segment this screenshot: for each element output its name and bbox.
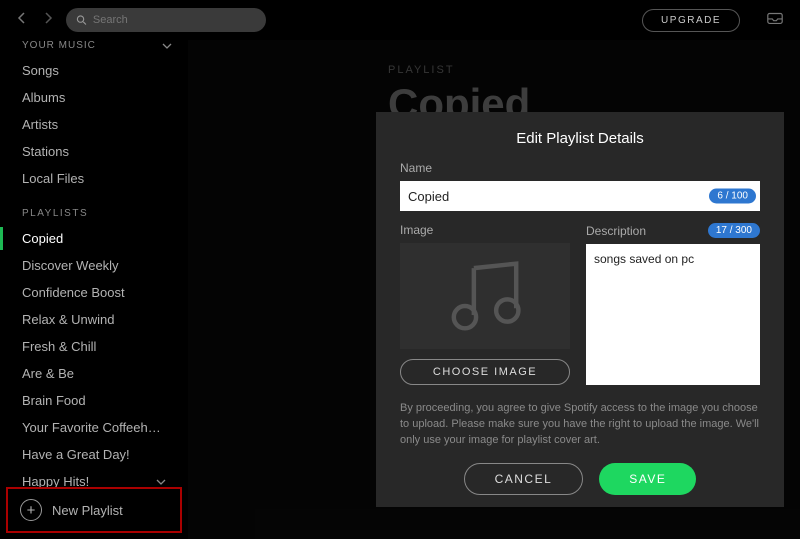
edit-playlist-modal: Edit Playlist Details Name 6 / 100 Image (376, 112, 784, 507)
sidebar-playlist-item[interactable]: Confidence Boost (0, 279, 188, 306)
chevron-down-icon (156, 477, 166, 487)
sidebar-item[interactable]: Local Files (0, 165, 188, 192)
sidebar-playlist-item[interactable]: Copied (0, 225, 188, 252)
upgrade-button[interactable]: UPGRADE (642, 9, 740, 32)
search-icon (76, 14, 87, 26)
nav-arrows (16, 11, 54, 29)
description-label: Description (586, 224, 646, 238)
sidebar-item[interactable]: Songs (0, 57, 188, 84)
image-label: Image (400, 223, 570, 237)
music-note-icon (440, 257, 530, 335)
save-button[interactable]: SAVE (599, 463, 696, 495)
cancel-button[interactable]: CANCEL (464, 463, 584, 495)
sidebar-playlist-item[interactable]: Your Favorite Coffeeh… (0, 414, 188, 441)
sidebar-playlist-item[interactable]: Have a Great Day! (0, 441, 188, 468)
description-column: Description 17 / 300 (586, 223, 760, 385)
description-count-badge: 17 / 300 (708, 223, 760, 238)
image-column: Image CHOOSE IMAGE (400, 223, 570, 385)
forward-button[interactable] (42, 11, 54, 29)
playlist-description-input[interactable] (586, 244, 760, 385)
inbox-button[interactable] (752, 9, 784, 32)
sidebar-playlist-item[interactable]: Brain Food (0, 387, 188, 414)
sidebar: YOUR MUSIC SongsAlbumsArtistsStationsLoc… (0, 40, 188, 539)
new-playlist-button[interactable]: + New Playlist (6, 487, 182, 533)
content-area: PLAYLIST Copied Edit Playlist Details Na… (188, 40, 800, 539)
inbox-icon (766, 9, 784, 27)
modal-title: Edit Playlist Details (400, 130, 760, 147)
your-music-label: YOUR MUSIC (22, 40, 96, 51)
top-bar: UPGRADE (0, 0, 800, 40)
sidebar-playlist-item[interactable]: Are & Be (0, 360, 188, 387)
sidebar-item[interactable]: Albums (0, 84, 188, 111)
new-playlist-label: New Playlist (52, 503, 123, 518)
name-label: Name (400, 161, 760, 175)
image-placeholder[interactable] (400, 243, 570, 349)
sidebar-playlist-item[interactable]: Discover Weekly (0, 252, 188, 279)
sidebar-item[interactable]: Stations (0, 138, 188, 165)
your-music-list: SongsAlbumsArtistsStationsLocal Files (0, 57, 188, 192)
your-music-header: YOUR MUSIC (0, 40, 188, 57)
chevron-left-icon (16, 12, 28, 24)
chevron-down-icon[interactable] (162, 41, 172, 51)
back-button[interactable] (16, 11, 28, 29)
playlist-name-input[interactable] (400, 181, 760, 211)
search-field[interactable] (66, 8, 266, 32)
sidebar-item[interactable]: Artists (0, 111, 188, 138)
sidebar-playlist-item[interactable]: Relax & Unwind (0, 306, 188, 333)
modal-actions: CANCEL SAVE (400, 463, 760, 495)
plus-circle-icon: + (20, 499, 42, 521)
search-input[interactable] (93, 14, 256, 26)
choose-image-button[interactable]: CHOOSE IMAGE (400, 359, 570, 385)
chevron-right-icon (42, 12, 54, 24)
name-row: 6 / 100 (400, 181, 760, 211)
playlists-list: CopiedDiscover WeeklyConfidence BoostRel… (0, 225, 188, 495)
sidebar-playlist-item[interactable]: Fresh & Chill (0, 333, 188, 360)
name-count-badge: 6 / 100 (709, 189, 756, 204)
playlists-label: PLAYLISTS (0, 192, 188, 225)
legal-text: By proceeding, you agree to give Spotify… (400, 401, 760, 449)
